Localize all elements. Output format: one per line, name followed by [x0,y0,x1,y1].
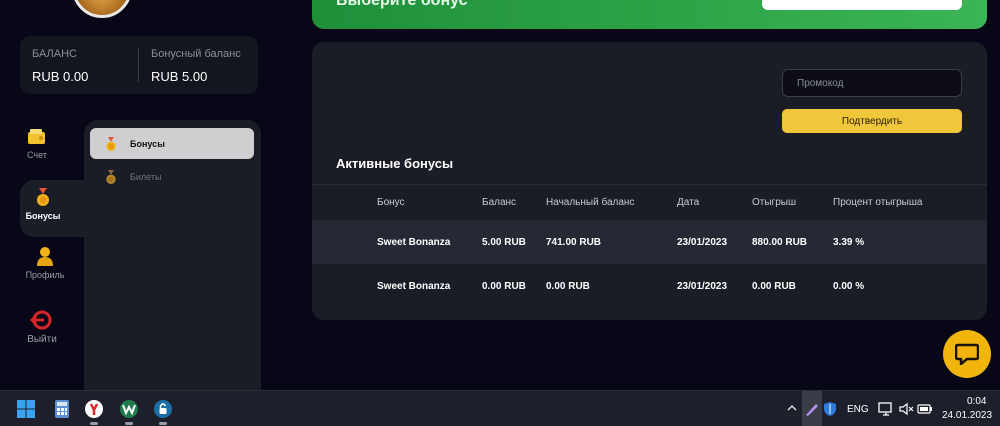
shield-icon[interactable] [822,401,838,417]
table-cell: 880.00 RUB [752,236,808,248]
app-w-icon[interactable] [119,399,139,419]
active-bonuses-title: Активные бонусы [336,156,454,171]
table-cell: 3.39 % [833,236,865,248]
bonus-balance: Бонусный баланс RUB 5.00 [151,48,241,84]
submenu-item-tickets[interactable]: Билеты [90,161,254,192]
bonus-submenu: Бонусы Билеты [84,120,261,390]
clock-date[interactable]: 24.01.2023 [942,410,992,421]
balance-card: БАЛАНС RUB 0.00 Бонусный баланс RUB 5.00 [20,36,258,94]
table-cell: 23/01/2023 [677,280,728,292]
display-icon[interactable] [878,401,894,417]
table-header-row: Бонус Баланс Начальный баланс Дата Отыгр… [312,184,987,220]
nav-profile-label: Профиль [25,270,65,280]
submenu-tickets-label: Билеты [130,171,162,182]
bonus-balance-value: RUB 5.00 [151,69,208,84]
table-cell: 741.00 RUB [546,236,602,248]
app-running-indicator [159,422,167,425]
bonuses-panel: Подтвердить Активные бонусы Бонус Баланс… [312,42,987,320]
volume-muted-icon[interactable] [898,401,914,417]
submenu-item-bonuses[interactable]: Бонусы [90,128,254,159]
ticket-icon [106,169,116,184]
nav-account-label: Счет [27,150,47,160]
clock-time[interactable]: 0:04 [967,396,986,407]
calculator-icon[interactable] [52,399,72,419]
table-cell: 5.00 RUB [482,236,526,248]
active-bonuses-table: Бонус Баланс Начальный баланс Дата Отыгр… [312,184,987,308]
pen-icon[interactable] [804,401,820,417]
column-header: Бонус [377,197,405,208]
nav-item-account[interactable]: Счет [14,128,60,160]
table-cell: 0.00 RUB [752,280,796,292]
user-icon [37,247,53,266]
language-indicator[interactable]: ENG [847,404,869,415]
main-balance: БАЛАНС RUB 0.00 [32,48,88,84]
taskbar: ENG 0:04 24.01.2023 [0,390,1000,426]
yandex-browser-icon[interactable] [84,399,104,419]
submenu-bonuses-label: Бонусы [130,138,165,149]
nav-bonuses-label: Бонусы [25,211,61,221]
chevron-up-icon[interactable] [786,402,798,414]
promo-code-input[interactable] [782,69,962,97]
balance-divider [138,48,139,82]
table-cell: Sweet Bonanza [377,280,451,292]
balance-label: БАЛАНС [32,48,77,60]
nav-item-logout[interactable]: Выйти [19,310,65,345]
battery-icon[interactable] [917,401,933,417]
nav-item-bonuses[interactable]: Бонусы [20,187,66,221]
confirm-button[interactable]: Подтвердить [782,109,962,133]
bonus-balance-label: Бонусный баланс [151,48,241,60]
bonus-banner: Выберите бонус [312,0,987,29]
column-header: Отыгрыш [752,197,796,208]
column-header: Процент отыгрыша [833,197,923,208]
chat-icon [955,343,979,365]
banner-title: Выберите бонус [336,0,468,9]
table-row: Sweet Bonanza 0.00 RUB 0.00 RUB 23/01/20… [312,264,987,308]
chat-button[interactable] [943,330,991,378]
banner-button[interactable] [762,0,962,10]
table-cell: 0.00 RUB [482,280,526,292]
column-header: Баланс [482,197,517,208]
app-running-indicator [125,422,133,425]
table-row: Sweet Bonanza 5.00 RUB 741.00 RUB 23/01/… [312,220,987,264]
table-cell: Sweet Bonanza [377,236,451,248]
table-cell: 0.00 % [833,280,865,292]
column-header: Дата [677,197,700,208]
table-cell: 0.00 RUB [546,280,590,292]
wallet-icon [28,129,45,144]
app-running-indicator [90,422,98,425]
nav-logout-label: Выйти [27,334,57,345]
windows-start-icon[interactable] [16,399,36,419]
medal-icon [37,188,49,206]
column-header: Начальный баланс [546,197,635,208]
user-avatar [72,0,132,18]
medal-icon [106,136,116,151]
balance-value: RUB 0.00 [32,69,89,84]
nav-item-profile[interactable]: Профиль [22,246,68,280]
logout-icon [30,310,52,330]
vpn-lock-icon[interactable] [153,399,173,419]
table-cell: 23/01/2023 [677,236,728,248]
